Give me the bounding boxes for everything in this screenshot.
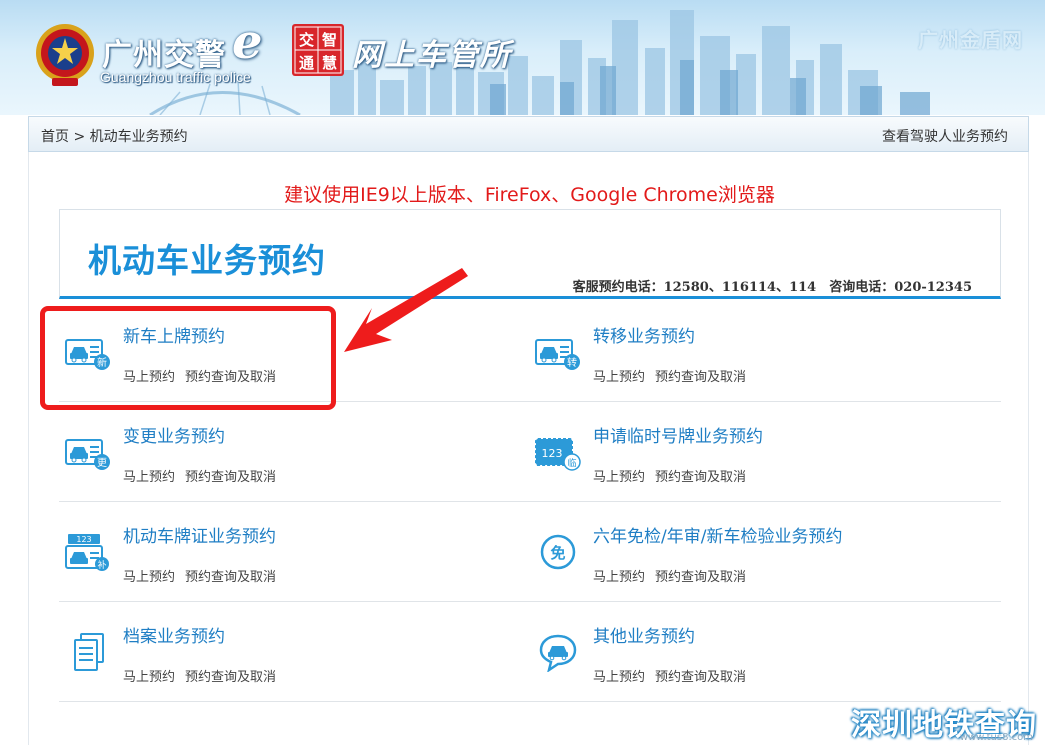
breadcrumb: 首页 > 机动车业务预约: [41, 126, 188, 146]
plate-certificate-icon: 123 补: [65, 534, 109, 571]
query-cancel-link[interactable]: 预约查询及取消: [655, 470, 746, 485]
service-title[interactable]: 申请临时号牌业务预约: [593, 422, 763, 447]
query-cancel-link[interactable]: 预约查询及取消: [655, 670, 746, 685]
book-now-link[interactable]: 马上预约: [593, 370, 645, 385]
book-now-link[interactable]: 马上预约: [123, 470, 175, 485]
brand-e-logo: e: [232, 14, 263, 70]
page-title: 机动车业务预约: [88, 241, 326, 280]
book-now-link[interactable]: 马上预约: [123, 670, 175, 685]
book-now-link[interactable]: 马上预约: [593, 470, 645, 485]
online-vehicle-office-title: 网上车管所: [352, 38, 512, 73]
transfer-car-icon: 转: [535, 339, 580, 370]
service-row: 档案业务预约 马上预约 预约查询及取消 其他业务预约 马上预约 预约查询及取消: [59, 602, 1001, 702]
book-now-link[interactable]: 马上预约: [593, 670, 645, 685]
badge-text: 转: [567, 356, 577, 369]
service-title[interactable]: 六年免检/年审/新车检验业务预约: [593, 522, 842, 547]
police-emblem-icon: [36, 24, 94, 86]
service-row: 123 补 机动车牌证业务预约 马上预约 预约查询及取消 免 六年免检/年审/新…: [59, 502, 1001, 602]
seal-char-1: 交: [299, 31, 314, 49]
seal-char-4: 慧: [322, 54, 337, 72]
service-actions: 马上预约 预约查询及取消: [593, 566, 756, 585]
service-change: 更 变更业务预约 马上预约 预约查询及取消: [59, 402, 529, 502]
query-cancel-link[interactable]: 预约查询及取消: [185, 670, 276, 685]
service-title[interactable]: 变更业务预约: [123, 422, 225, 447]
brand-title: 广州交警: [102, 38, 226, 73]
service-title[interactable]: 其他业务预约: [593, 622, 695, 647]
query-cancel-link[interactable]: 预约查询及取消: [655, 370, 746, 385]
book-now-link[interactable]: 马上预约: [123, 570, 175, 585]
service-other: 其他业务预约 马上预约 预约查询及取消: [529, 602, 999, 702]
service-title[interactable]: 转移业务预约: [593, 322, 695, 347]
breadcrumb-separator: >: [69, 129, 90, 145]
driver-appointment-link[interactable]: 查看驾驶人业务预约: [882, 126, 1008, 146]
seal-char-3: 通: [299, 54, 314, 72]
temp-plate-icon: 123 临: [535, 438, 581, 471]
service-archive: 档案业务预约 马上预约 预约查询及取消: [59, 602, 529, 702]
browser-notice: 建议使用IE9以上版本、FireFox、Google Chrome浏览器: [284, 184, 775, 206]
query-cancel-link[interactable]: 预约查询及取消: [185, 570, 276, 585]
badge-text: 临: [567, 457, 576, 469]
pointer-arrow-icon: [344, 268, 468, 352]
badge-text: 免: [550, 544, 565, 562]
service-plate-certificate: 123 补 机动车牌证业务预约 马上预约 预约查询及取消: [59, 502, 529, 602]
other-service-icon: [539, 634, 577, 672]
golden-shield-link[interactable]: 广州金盾网: [918, 24, 1023, 53]
change-car-icon: 更: [65, 439, 110, 470]
plate-number-text: 123: [76, 535, 91, 544]
smart-traffic-seal-icon: 交 智 通 慧: [292, 24, 344, 76]
highlight-frame: [40, 306, 336, 410]
service-title[interactable]: 机动车牌证业务预约: [123, 522, 276, 547]
service-title[interactable]: 档案业务预约: [123, 622, 225, 647]
service-actions: 马上预约 预约查询及取消: [593, 666, 756, 685]
service-actions: 马上预约 预约查询及取消: [123, 566, 286, 585]
seal-char-2: 智: [322, 31, 337, 49]
service-row: 更 变更业务预约 马上预约 预约查询及取消 123 临 申请临时号牌业务预约 马上…: [59, 402, 1001, 502]
watermark-url: www.tus8.com: [959, 732, 1033, 743]
service-actions: 马上预约 预约查询及取消: [593, 366, 756, 385]
plate-number-text: 123: [542, 447, 563, 460]
service-actions: 马上预约 预约查询及取消: [123, 666, 286, 685]
book-now-link[interactable]: 马上预约: [593, 570, 645, 585]
exemption-icon: 免: [540, 534, 576, 570]
query-cancel-link[interactable]: 预约查询及取消: [655, 570, 746, 585]
service-actions: 马上预约 预约查询及取消: [593, 466, 756, 485]
service-inspection-exemption: 免 六年免检/年审/新车检验业务预约 马上预约 预约查询及取消: [529, 502, 999, 602]
archive-icon: [74, 633, 104, 671]
query-cancel-link[interactable]: 预约查询及取消: [185, 470, 276, 485]
service-actions: 马上预约 预约查询及取消: [123, 466, 286, 485]
brand-subtitle: Guangzhou traffic police: [100, 69, 251, 85]
breadcrumb-bar: 首页 > 机动车业务预约 查看驾驶人业务预约: [28, 116, 1029, 152]
section-header-panel: 机动车业务预约 客服预约电话：12580、116114、114 咨询电话：020…: [59, 209, 1001, 299]
site-banner: 广州交警 e Guangzhou traffic police 交 智 通 慧 …: [0, 0, 1045, 115]
main-content: 建议使用IE9以上版本、FireFox、Google Chrome浏览器 机动车…: [28, 152, 1029, 745]
service-temporary-plate: 123 临 申请临时号牌业务预约 马上预约 预约查询及取消: [529, 402, 999, 502]
breadcrumb-home-link[interactable]: 首页: [41, 129, 69, 145]
badge-text: 补: [97, 559, 106, 571]
hotline-info: 客服预约电话：12580、116114、114 咨询电话：020-12345: [572, 280, 972, 295]
breadcrumb-current: 机动车业务预约: [89, 129, 188, 145]
badge-text: 更: [97, 457, 107, 469]
service-transfer: 转 转移业务预约 马上预约 预约查询及取消: [529, 302, 999, 402]
